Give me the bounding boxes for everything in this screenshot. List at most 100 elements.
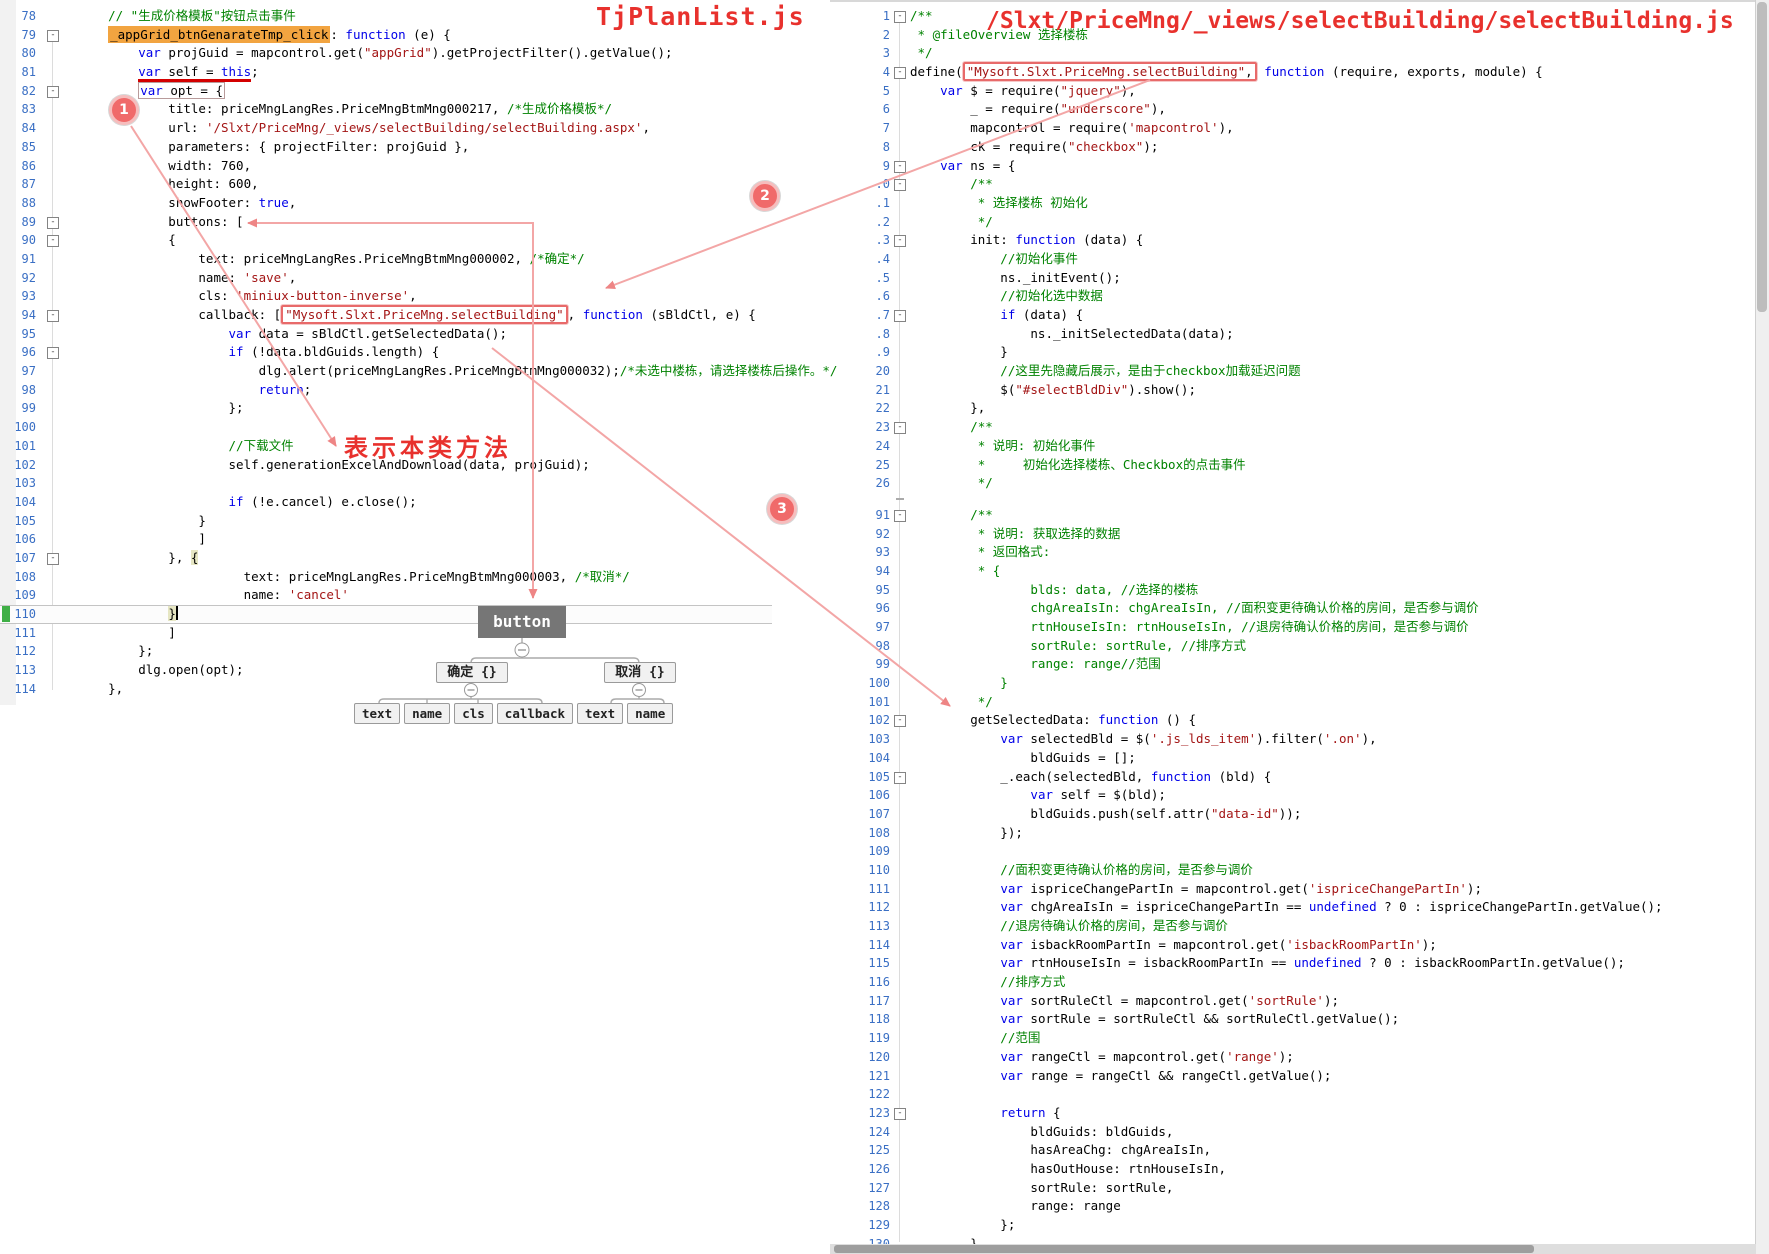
- code-text[interactable]: _appGrid_btnGenarateTmp_click: function …: [78, 25, 451, 45]
- code-line[interactable]: 123- return {: [830, 1104, 1769, 1123]
- code-text[interactable]: /**: [910, 175, 993, 194]
- code-line[interactable]: 97 dlg.alert(priceMngLangRes.PriceMngBtm…: [0, 362, 940, 381]
- code-text[interactable]: * 初始化选择楼栋、Checkbox的点击事件: [910, 456, 1246, 475]
- code-line[interactable]: 86 width: 760,: [0, 157, 940, 176]
- fold-marker-icon[interactable]: -: [47, 216, 59, 229]
- code-line[interactable]: 116 //排序方式: [830, 973, 1769, 992]
- code-text[interactable]: // "生成价格模板"按钮点击事件: [78, 7, 296, 26]
- code-text[interactable]: */: [910, 693, 993, 712]
- code-line[interactable]: [830, 493, 1769, 506]
- code-line[interactable]: 112 var chgAreaIsIn = ispriceChangePartI…: [830, 898, 1769, 917]
- fold-marker-icon[interactable]: -: [894, 160, 906, 173]
- code-line[interactable]: 90- {: [0, 231, 940, 250]
- code-line[interactable]: .9 }: [830, 343, 1769, 362]
- code-text[interactable]: ]: [78, 624, 176, 643]
- code-text[interactable]: ]: [78, 530, 206, 549]
- code-line[interactable]: 122: [830, 1085, 1769, 1104]
- code-line[interactable]: 107- }, {: [0, 549, 940, 568]
- code-text[interactable]: */: [910, 474, 993, 493]
- code-line[interactable]: 104 if (!e.cancel) e.close();: [0, 493, 940, 512]
- code-text[interactable]: /**: [910, 418, 993, 437]
- code-line[interactable]: 87 height: 600,: [0, 175, 940, 194]
- code-line[interactable]: 113 //退房待确认价格的房间，是否参与调价: [830, 917, 1769, 936]
- code-text[interactable]: };: [78, 399, 244, 418]
- code-text[interactable]: text: priceMngLangRes.PriceMngBtmMng0000…: [78, 250, 584, 269]
- code-text[interactable]: }, {: [78, 549, 199, 568]
- code-line[interactable]: 114 var isbackRoomPartIn = mapcontrol.ge…: [830, 936, 1769, 955]
- fold-marker-icon[interactable]: -: [894, 509, 906, 522]
- fold-marker-icon[interactable]: -: [894, 67, 906, 80]
- code-text[interactable]: //初始化事件: [910, 250, 1078, 269]
- fold-marker-icon[interactable]: -: [47, 552, 59, 565]
- code-text[interactable]: var selectedBld = $('.js_lds_item').filt…: [910, 730, 1376, 749]
- code-text[interactable]: ck = require("checkbox");: [910, 138, 1158, 157]
- code-text[interactable]: name: 'save',: [78, 269, 296, 288]
- code-line[interactable]: 3 */: [830, 44, 1769, 63]
- fold-marker-icon[interactable]: -: [894, 715, 906, 728]
- code-line[interactable]: 95 var data = sBldCtl.getSelectedData();: [0, 325, 940, 344]
- code-text[interactable]: var opt = {: [78, 81, 226, 101]
- code-text[interactable]: */: [910, 44, 933, 63]
- code-text[interactable]: chgAreaIsIn: chgAreaIsIn, //面积变更待确认价格的房间…: [910, 599, 1478, 618]
- code-text[interactable]: height: 600,: [78, 175, 258, 194]
- code-text[interactable]: init: function (data) {: [910, 231, 1143, 250]
- code-text[interactable]: name: 'cancel': [78, 586, 349, 605]
- code-line[interactable]: 106 var self = $(bld);: [830, 786, 1769, 805]
- code-line[interactable]: 127 sortRule: sortRule,: [830, 1179, 1769, 1198]
- code-text[interactable]: cls: 'miniux-button-inverse',: [78, 287, 416, 306]
- code-text[interactable]: */: [910, 213, 993, 232]
- horizontal-scrollbar-thumb[interactable]: [834, 1245, 1534, 1253]
- code-text[interactable]: }: [78, 605, 178, 624]
- code-text[interactable]: * 说明: 初始化事件: [910, 437, 1096, 456]
- code-text[interactable]: * 返回格式:: [910, 543, 1051, 562]
- code-text[interactable]: var range = rangeCtl && rangeCtl.getValu…: [910, 1067, 1331, 1086]
- code-line[interactable]: 92 name: 'save',: [0, 269, 940, 288]
- code-text[interactable]: dlg.open(opt);: [78, 661, 243, 680]
- code-text[interactable]: title: priceMngLangRes.PriceMngBtmMng000…: [78, 100, 612, 119]
- code-line[interactable]: .2 */: [830, 213, 1769, 232]
- code-line[interactable]: 6 _ = require("underscore"),: [830, 100, 1769, 119]
- vertical-scrollbar-thumb[interactable]: [1757, 2, 1767, 312]
- code-line[interactable]: 25 * 初始化选择楼栋、Checkbox的点击事件: [830, 456, 1769, 475]
- code-text[interactable]: {: [78, 231, 176, 250]
- code-text[interactable]: define("Mysoft.Slxt.PriceMng.selectBuild…: [910, 62, 1543, 82]
- code-line[interactable]: 111 var ispriceChangePartIn = mapcontrol…: [830, 880, 1769, 899]
- code-text[interactable]: var projGuid = mapcontrol.get("appGrid")…: [78, 44, 672, 63]
- fold-marker-icon[interactable]: -: [894, 179, 906, 192]
- fold-marker-icon[interactable]: -: [47, 29, 59, 42]
- code-text[interactable]: var sortRuleCtl = mapcontrol.get('sortRu…: [910, 992, 1339, 1011]
- code-line[interactable]: 4- define("Mysoft.Slxt.PriceMng.selectBui…: [830, 62, 1769, 82]
- code-text[interactable]: },: [78, 680, 123, 699]
- code-line[interactable]: .7- if (data) {: [830, 306, 1769, 325]
- code-line[interactable]: 91 text: priceMngLangRes.PriceMngBtmMng0…: [0, 250, 940, 269]
- code-line[interactable]: 110 //面积变更待确认价格的房间，是否参与调价: [830, 861, 1769, 880]
- code-line[interactable]: 96 chgAreaIsIn: chgAreaIsIn, //面积变更待确认价格…: [830, 599, 1769, 618]
- code-line[interactable]: 23- /**: [830, 418, 1769, 437]
- fold-marker-icon[interactable]: -: [47, 347, 59, 360]
- code-line[interactable]: 108 });: [830, 824, 1769, 843]
- code-text[interactable]: buttons: [: [78, 213, 243, 232]
- code-line[interactable]: 128 range: range: [830, 1197, 1769, 1216]
- code-text[interactable]: ns._initSelectedData(data);: [910, 325, 1233, 344]
- code-line[interactable]: 94- callback: ["Mysoft.Slxt.PriceMng.sel…: [0, 305, 940, 325]
- code-text[interactable]: var self = $(bld);: [910, 786, 1165, 805]
- code-line[interactable]: 94 * {: [830, 562, 1769, 581]
- code-line[interactable]: 100 }: [830, 674, 1769, 693]
- code-line[interactable]: 103: [0, 474, 940, 493]
- code-text[interactable]: /**: [910, 506, 993, 525]
- code-line[interactable]: 126 hasOutHouse: rtnHouseIsIn,: [830, 1160, 1769, 1179]
- code-line[interactable]: 110 }: [0, 605, 772, 624]
- code-text[interactable]: if (data) {: [910, 306, 1083, 325]
- code-text[interactable]: //排序方式: [910, 973, 1065, 992]
- code-text[interactable]: var sortRule = sortRuleCtl && sortRuleCt…: [910, 1010, 1399, 1029]
- code-text[interactable]: }: [910, 343, 1008, 362]
- code-line[interactable]: .5 ns._initEvent();: [830, 269, 1769, 288]
- code-line[interactable]: 120 var rangeCtl = mapcontrol.get('range…: [830, 1048, 1769, 1067]
- fold-marker-icon[interactable]: -: [894, 11, 906, 23]
- folded-region-indicator[interactable]: [896, 497, 904, 500]
- vertical-scrollbar[interactable]: [1755, 0, 1769, 1254]
- right-code-panel[interactable]: 1-/** 2 * @fileOverview 选择楼栋 3 */4- define(…: [830, 0, 1769, 1253]
- code-text[interactable]: });: [910, 824, 1023, 843]
- code-text[interactable]: text: priceMngLangRes.PriceMngBtmMng0000…: [78, 568, 630, 587]
- code-line[interactable]: .4 //初始化事件: [830, 250, 1769, 269]
